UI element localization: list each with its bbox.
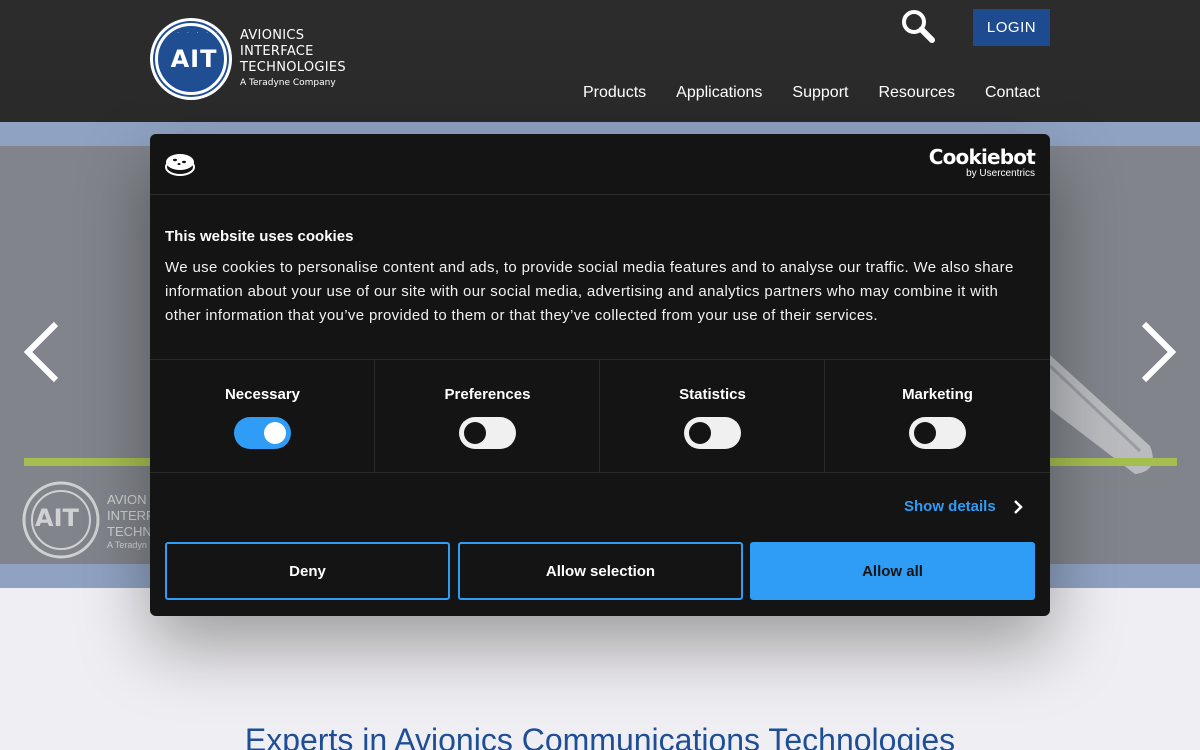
toggle-knob	[689, 422, 711, 444]
cookie-icon	[165, 154, 195, 176]
nav-item-products[interactable]: Products	[583, 84, 646, 106]
logo-ticks: · · · · ·	[177, 30, 221, 36]
cookiebot-logo[interactable]: Cookiebot by Usercentrics	[928, 145, 1036, 180]
allow-selection-button[interactable]: Allow selection	[458, 542, 743, 600]
cookie-category-necessary: Necessary	[150, 360, 375, 472]
toggle-necessary[interactable]	[234, 417, 291, 449]
logo-tagline: A Teradyne Company	[240, 78, 336, 88]
toggle-knob	[264, 422, 286, 444]
logo-line-3: TECHNOLOGIES	[240, 60, 346, 75]
deny-button[interactable]: Deny	[165, 542, 450, 600]
logo-mark: AIT	[170, 45, 218, 73]
chevron-right-icon[interactable]	[1012, 498, 1024, 516]
search-icon[interactable]	[900, 8, 936, 44]
cookie-dialog-title: This website uses cookies	[165, 228, 354, 245]
logo-emblem-inner: · · · · · AIT	[155, 23, 227, 95]
main-nav: Products Applications Support Resources …	[583, 84, 1040, 106]
cookie-category-statistics: Statistics	[600, 360, 825, 472]
nav-item-resources[interactable]: Resources	[878, 84, 954, 106]
nav-item-applications[interactable]: Applications	[676, 84, 762, 106]
cookiebot-brand-name: Cookiebot	[928, 145, 1036, 169]
toggle-label-marketing: Marketing	[902, 386, 973, 403]
login-button[interactable]: LOGIN	[973, 9, 1050, 46]
chevron-left-icon[interactable]	[22, 320, 62, 384]
cookie-consent-dialog: Cookiebot by Usercentrics This website u…	[150, 134, 1050, 616]
toggle-preferences[interactable]	[459, 417, 516, 449]
toggle-label-necessary: Necessary	[224, 386, 301, 403]
site-logo[interactable]: · · · · · AIT AVIONICS INTERFACE TECHNOL…	[150, 18, 360, 100]
logo-line-1: AVIONICS	[240, 28, 305, 43]
logo-wordmark: AVIONICS INTERFACE TECHNOLOGIES A Terady…	[240, 28, 346, 90]
cookiebot-brand-by: by Usercentrics	[966, 168, 1035, 179]
nav-item-support[interactable]: Support	[792, 84, 848, 106]
logo-emblem: · · · · · AIT	[150, 18, 232, 100]
toggle-marketing[interactable]	[909, 417, 966, 449]
cookie-dialog-body: We use cookies to personalise content an…	[165, 259, 1014, 324]
toggle-label-statistics: Statistics	[679, 386, 746, 403]
cookie-category-marketing: Marketing	[825, 360, 1050, 472]
page-headline: Experts in Avionics Communications Techn…	[244, 722, 956, 750]
cookie-category-toggles: Necessary Preferences Statistics Marketi…	[150, 359, 1050, 473]
toggle-knob	[464, 422, 486, 444]
chevron-right-icon[interactable]	[1138, 320, 1178, 384]
cookie-category-preferences: Preferences	[375, 360, 600, 472]
toggle-knob	[914, 422, 936, 444]
site-header: · · · · · AIT AVIONICS INTERFACE TECHNOL…	[0, 0, 1200, 122]
allow-all-button[interactable]: Allow all	[750, 542, 1035, 600]
logo-line-2: INTERFACE	[240, 44, 314, 59]
nav-item-contact[interactable]: Contact	[985, 84, 1040, 106]
show-details-link[interactable]: Show details	[904, 498, 996, 515]
toggle-label-preferences: Preferences	[444, 386, 531, 403]
toggle-statistics[interactable]	[684, 417, 741, 449]
cookie-dialog-header: Cookiebot by Usercentrics	[150, 134, 1050, 195]
